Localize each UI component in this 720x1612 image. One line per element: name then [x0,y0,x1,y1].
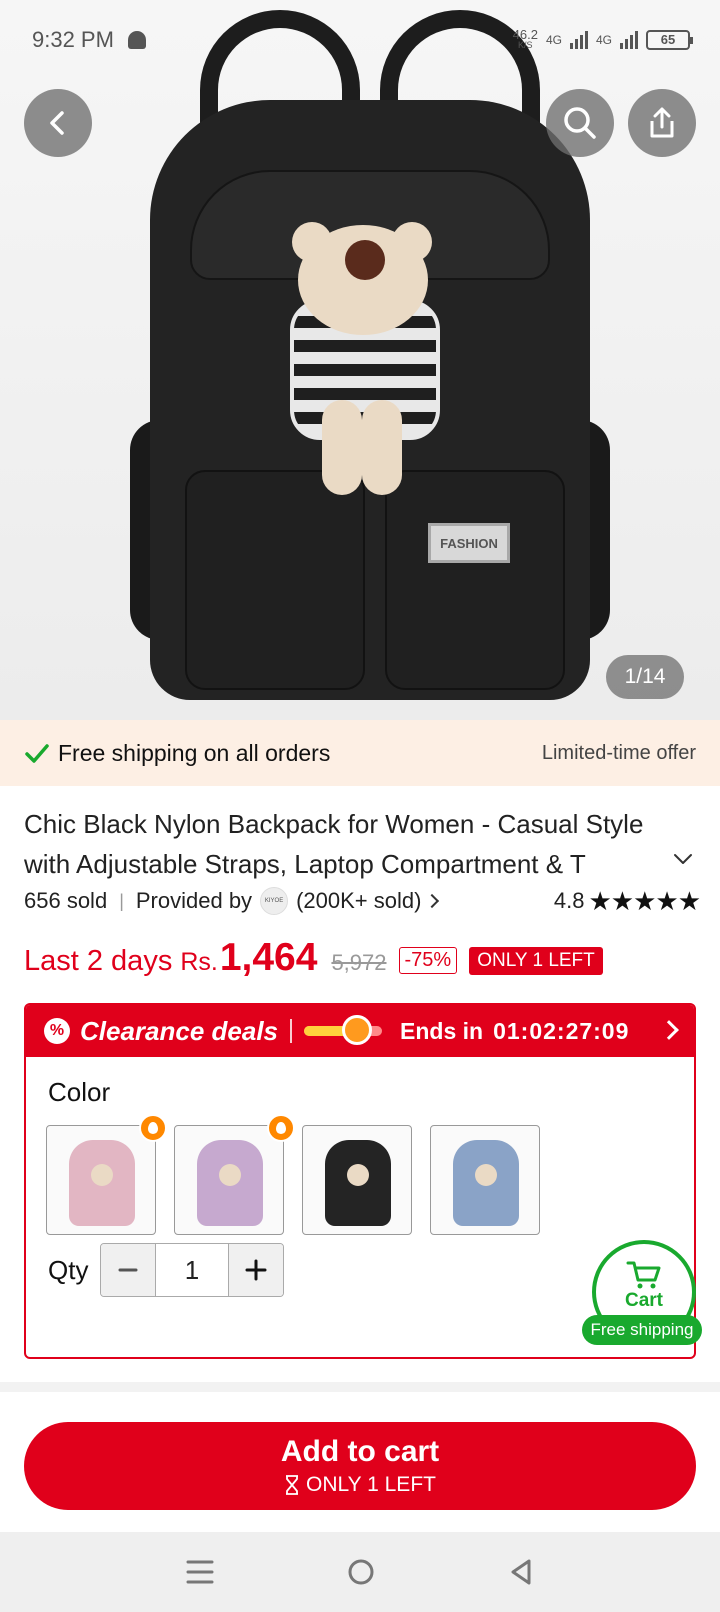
status-right: 46.2 K/S 4G 4G 65 [512,27,693,51]
add-to-cart-label: Add to cart [280,1435,440,1468]
chevron-right-icon [425,893,440,909]
color-label: Color [48,1077,111,1107]
qty-label: Qty [48,1255,89,1285]
current-price: 1,464 [219,936,318,979]
network-speed: 46.2 K/S [512,27,538,51]
currency: Rs. [180,948,218,976]
bear-leg [322,400,362,495]
provided-by-label: Provided by [135,888,253,913]
free-shipping-bar[interactable]: Free shipping on all orders Limited-time… [0,720,720,786]
backpack-front-pocket-left [185,470,365,690]
swatch-bear [347,1164,369,1186]
rating[interactable]: 4.8 ★★★★★ [553,885,701,917]
bear-leg [362,400,402,495]
clearance-title: Clearance deals [80,1015,279,1046]
swatch-bear [219,1164,241,1186]
search-icon [564,107,596,139]
cart-icon [626,1261,661,1289]
color-swatch-blue[interactable] [430,1125,540,1235]
title-fade [590,844,670,884]
sold-count: 656 sold [24,888,108,913]
section-divider [0,1382,720,1392]
stock-badge: ONLY 1 LEFT [469,947,603,975]
decrease-qty-button[interactable] [101,1244,155,1296]
original-price: 5,972 [331,950,387,975]
speed-value: 46.2 [512,27,538,42]
add-to-cart-button[interactable]: Add to cart ONLY 1 LEFT [24,1422,696,1510]
color-swatch-black[interactable] [302,1125,412,1235]
system-nav-bar [0,1532,720,1612]
signal-icon [620,31,638,49]
star-rating-icon: ★★★★★ [588,885,701,916]
free-shipping-text: Free shipping on all orders [58,739,331,766]
signal-icon [569,31,588,49]
image-counter: 1/14 [606,655,684,699]
network-label-2: 4G [595,33,612,47]
chevron-left-icon [50,111,64,135]
check-icon [25,744,49,763]
bear-snout [345,240,385,280]
rating-value: 4.8 [553,888,585,913]
swatch-bear [91,1164,113,1186]
divider [290,1019,293,1043]
color-swatch-pink[interactable] [46,1114,167,1235]
hot-flame-icon [267,1114,295,1142]
search-button[interactable] [546,89,614,157]
meta-separator: | [119,890,124,911]
share-icon [650,107,674,138]
hot-flame-icon [139,1114,167,1142]
increase-qty-button[interactable] [229,1244,283,1296]
product-page: FASHION 9:32 PM 46.2 K/S 4G 4G 65 1/14 F… [0,0,720,1612]
clearance-header[interactable]: % Clearance deals Ends in 01:02:27:09 [26,1005,694,1057]
product-title: Chic Black Nylon Backpack for Women - Ca… [24,809,644,879]
countdown: 01:02:27:09 [493,1017,630,1044]
percent-icon: % [44,1018,70,1044]
add-to-cart-sublabel: ONLY 1 LEFT [284,1473,436,1497]
store-link[interactable]: Provided by KIYOE (200K+ sold) [135,887,440,915]
fashion-tag: FASHION [428,523,510,563]
product-meta-row: 656 sold | Provided by KIYOE (200K+ sold… [24,884,701,918]
share-button[interactable] [628,89,696,157]
minus-icon [118,1268,138,1272]
qty-value[interactable]: 1 [155,1244,229,1296]
store-sold-count: (200K+ sold) [296,888,422,913]
battery-icon: 65 [646,30,693,50]
free-shipping-badge: Free shipping [582,1315,702,1345]
timer-progress [304,1015,383,1045]
discount-badge: -75% [398,947,458,974]
backpack-front-pocket-right [385,470,565,690]
limited-offer-text: Limited-time offer [541,741,696,764]
cart-label: Cart [624,1290,663,1311]
swatch-bear [475,1164,497,1186]
hourglass-icon [286,1475,299,1495]
clock-icon [342,1015,373,1045]
network-label-1: 4G [545,33,562,47]
back-button[interactable] [24,89,92,157]
back-nav-icon[interactable] [507,1557,535,1587]
status-time: 9:32 PM [32,27,114,52]
quantity-stepper: 1 [100,1243,284,1297]
stock-label: ONLY 1 LEFT [306,1473,436,1496]
store-logo: KIYOE [260,887,289,915]
menu-icon[interactable] [185,1558,215,1586]
chevron-right-icon [659,1020,679,1040]
promo-label: Last 2 days [24,945,173,977]
color-swatch-purple[interactable] [174,1114,295,1235]
price-row: Last 2 days Rs. 1,464 5,972 -75% ONLY 1 … [24,936,603,986]
product-image-gallery[interactable]: FASHION 9:32 PM 46.2 K/S 4G 4G 65 1/14 [0,0,720,720]
home-icon[interactable] [346,1557,376,1587]
ends-in-label: Ends in [400,1017,484,1044]
snapchat-icon [127,31,146,49]
plus-icon [245,1259,267,1281]
status-bar: 9:32 PM 46.2 K/S 4G 4G 65 [32,22,693,58]
chevron-down-icon[interactable] [672,848,694,870]
